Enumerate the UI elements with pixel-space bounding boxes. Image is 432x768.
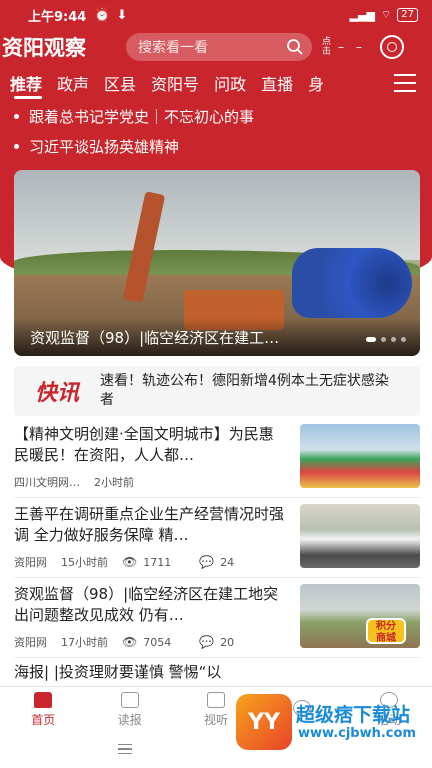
nav-newspaper[interactable]: 读报 (86, 687, 172, 732)
article-title: 王善平在调研重点企业生产经营情况时强调 全力做好服务保障 精… (14, 505, 285, 544)
flash-text: 速看！轨迹公布！德阳新增4例本土无症状感染者 (100, 373, 389, 408)
article-source: 四川文明网… (14, 476, 80, 489)
article-time: 15小时前 (61, 556, 108, 569)
search-icon (287, 39, 303, 55)
watermark-url: www.cjbwh.com (298, 726, 416, 741)
headline-text: 习近平谈弘扬英雄精神 (29, 138, 180, 156)
tab-districts[interactable]: 区县 (104, 71, 136, 95)
placeholder-dashes: – – (338, 40, 366, 54)
article-thumbnail: 积分 商城 (300, 584, 420, 648)
search-placeholder: 搜索看一看 (138, 40, 208, 56)
click-label[interactable]: 点击 (322, 37, 334, 57)
comment-count: 20 (220, 635, 235, 649)
headline-item[interactable]: 习近平谈弘扬英雄精神 (14, 136, 179, 157)
tab-politics[interactable]: 政声 (57, 71, 89, 95)
article-thumbnail (300, 504, 420, 568)
channel-tabs: 推荐 政声 区县 资阳号 问政 直播 身 (0, 68, 432, 98)
download-icon: ⬇ (116, 7, 128, 23)
bullet-icon (14, 144, 19, 149)
tab-live[interactable]: 直播 (261, 71, 293, 95)
headline-item[interactable]: 跟着总书记学党史｜不忘初心的事 (14, 106, 254, 127)
alarm-icon: ⏰ (94, 7, 111, 23)
tab-inquiry[interactable]: 问政 (214, 71, 246, 95)
flash-news[interactable]: 快讯 速看！轨迹公布！德阳新增4例本土无症状感染者 (14, 366, 420, 416)
article-source: 资阳网 (14, 556, 47, 569)
nav-home[interactable]: 首页 (0, 687, 86, 732)
list-item[interactable]: 资观监督（98）|临空经济区在建工地突出问题整改见成效 仍有… 资阳网 17小时… (14, 584, 420, 650)
top-bar: 资阳观察 搜索看一看 点击 – – (0, 30, 432, 64)
watermark-logo: YY (236, 694, 292, 750)
signal-icon: ▂▄▆ (349, 8, 375, 22)
video-icon (207, 691, 226, 708)
tab-more-partial[interactable]: 身 (308, 71, 324, 95)
comment-count: 24 (220, 555, 235, 569)
nav-label: 首页 (31, 712, 56, 727)
status-time: 上午9:44 (28, 9, 87, 25)
article-source: 资阳网 (14, 636, 47, 649)
nav-label: 视听 (204, 712, 229, 727)
article-title: 【精神文明创建·全国文明城市】为民惠民暖民！在资阳，人人都… (14, 425, 274, 464)
battery-icon: 27 (397, 8, 418, 22)
list-item[interactable]: 【精神文明创建·全国文明城市】为民惠民暖民！在资阳，人人都… 四川文明网… 2小… (14, 424, 420, 490)
newspaper-icon (120, 691, 139, 708)
headline-text: 跟着总书记学党史｜不忘初心的事 (29, 108, 255, 126)
view-count: 1711 (143, 555, 172, 569)
hero-carousel[interactable]: 资观监督（98）|临空经济区在建工… (14, 170, 420, 356)
menu-icon[interactable] (394, 74, 416, 92)
points-mall-badge[interactable]: 积分 商城 (366, 618, 406, 644)
eye-icon: 👁 (122, 555, 138, 569)
site-watermark: YY 超级痞下载站 www.cjbwh.com (236, 692, 432, 752)
avatar-icon[interactable] (379, 35, 404, 59)
comment-icon: 💬 (199, 635, 215, 649)
status-bar: 上午9:44 ⏰ ⬇ ▂▄▆ ⌔ 27 (0, 0, 432, 30)
list-item[interactable]: 海报| |投资理财要谨慎 警惕“以 (14, 662, 420, 683)
article-time: 2小时前 (94, 476, 134, 489)
system-menu-icon[interactable] (118, 744, 132, 754)
article-title: 海报| |投资理财要谨慎 警惕“以 (14, 663, 222, 681)
bullet-icon (14, 114, 19, 119)
flash-logo: 快讯 (34, 380, 79, 406)
comment-icon: 💬 (199, 555, 215, 569)
article-time: 17小时前 (61, 636, 108, 649)
wifi-icon: ⌔ (380, 8, 392, 21)
nav-label: 读报 (117, 712, 142, 727)
hero-caption: 资观监督（98）|临空经济区在建工… (30, 329, 280, 347)
tab-recommend[interactable]: 推荐 (10, 71, 42, 95)
active-tab-indicator (14, 96, 42, 99)
article-thumbnail (300, 424, 420, 488)
view-count: 7054 (143, 635, 172, 649)
search-input[interactable]: 搜索看一看 (126, 33, 312, 61)
article-title: 资观监督（98）|临空经济区在建工地突出问题整改见成效 仍有… (14, 585, 279, 624)
dust-cannon-image (292, 248, 412, 318)
tab-ziyang-hao[interactable]: 资阳号 (151, 71, 199, 95)
carousel-indicator (366, 337, 406, 342)
home-icon (34, 691, 53, 708)
list-item[interactable]: 王善平在调研重点企业生产经营情况时强调 全力做好服务保障 精… 资阳网 15小时… (14, 504, 420, 570)
eye-icon: 👁 (122, 635, 138, 649)
watermark-text: 超级痞下载站 (296, 704, 411, 726)
app-logo: 资阳观察 (2, 35, 86, 60)
